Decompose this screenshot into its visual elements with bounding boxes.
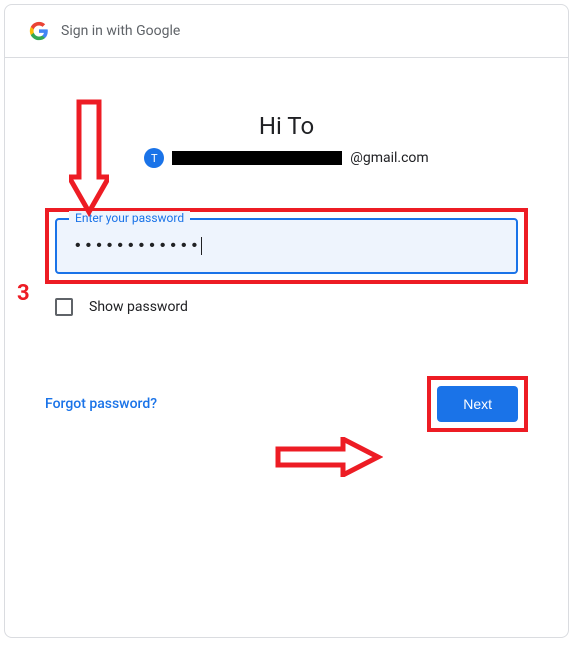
annotation-next-highlight: Next: [427, 376, 528, 432]
email-redacted: [172, 151, 342, 165]
password-masked-value: ••••••••••••: [73, 237, 200, 255]
signin-card: Sign in with Google Hi To T @gmail.com E…: [4, 4, 569, 638]
show-password-checkbox[interactable]: [55, 298, 73, 316]
avatar: T: [144, 148, 164, 168]
email-suffix: @gmail.com: [350, 150, 428, 166]
next-button[interactable]: Next: [437, 386, 518, 422]
header-title: Sign in with Google: [61, 23, 180, 39]
annotation-password-highlight: Enter your password ••••••••••••: [45, 208, 528, 284]
google-logo-icon: [29, 21, 49, 41]
password-input[interactable]: Enter your password ••••••••••••: [55, 218, 518, 274]
card-header: Sign in with Google: [5, 5, 568, 58]
annotation-arrow-right-icon: [273, 437, 383, 477]
annotation-arrow-down-icon: [69, 97, 109, 217]
annotation-step-number: 3: [17, 281, 30, 306]
text-cursor: [201, 237, 202, 255]
account-chip[interactable]: T @gmail.com: [45, 148, 528, 168]
show-password-label: Show password: [89, 299, 188, 315]
actions-row: Forgot password? Next: [45, 376, 528, 432]
forgot-password-link[interactable]: Forgot password?: [45, 396, 157, 412]
greeting-heading: Hi To: [45, 112, 528, 140]
show-password-row: Show password: [55, 298, 528, 316]
